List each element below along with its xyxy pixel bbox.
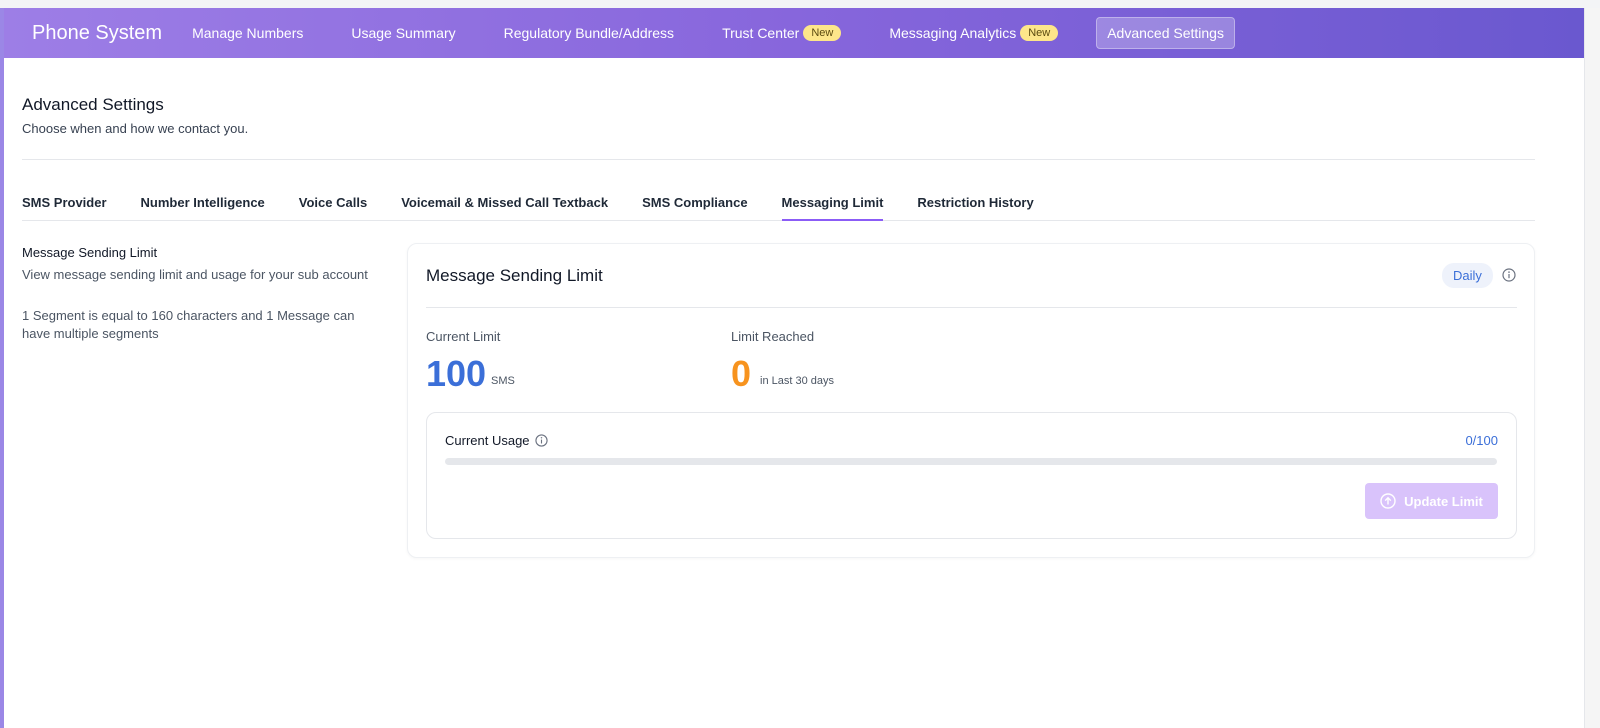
current-usage-label-group: Current Usage xyxy=(445,433,548,448)
current-usage-label: Current Usage xyxy=(445,433,530,448)
limit-reached-unit: in Last 30 days xyxy=(760,375,834,387)
nav-messaging-analytics[interactable]: Messaging Analytics New xyxy=(879,18,1068,48)
nav-label: Manage Numbers xyxy=(192,25,304,41)
usage-progress-bar xyxy=(445,458,1497,465)
tab-voice-calls[interactable]: Voice Calls xyxy=(299,186,367,221)
section-description: View message sending limit and usage for… xyxy=(22,267,368,282)
nav-label: Messaging Analytics xyxy=(889,25,1017,41)
new-badge: New xyxy=(1020,25,1059,41)
tab-voicemail-textback[interactable]: Voicemail & Missed Call Textback xyxy=(401,186,608,221)
current-usage-box: Current Usage 0/100 Update Limit xyxy=(426,412,1517,539)
browser-top-strip xyxy=(0,0,1600,8)
message-limit-card: Message Sending Limit Daily Current Limi… xyxy=(407,243,1535,558)
segment-note: 1 Segment is equal to 160 characters and… xyxy=(22,308,355,341)
nav-label: Advanced Settings xyxy=(1107,25,1224,41)
page-title: Advanced Settings xyxy=(22,95,164,114)
nav-usage-summary[interactable]: Usage Summary xyxy=(341,18,465,48)
arrow-up-circle-icon xyxy=(1380,493,1396,509)
limit-reached-label: Limit Reached xyxy=(731,329,815,344)
nav-label: Trust Center xyxy=(722,25,800,41)
card-divider xyxy=(426,307,1517,308)
scrollbar[interactable] xyxy=(1584,8,1600,728)
period-pill: Daily xyxy=(1442,263,1493,288)
settings-tabs: SMS Provider Number Intelligence Voice C… xyxy=(22,186,1535,221)
usage-count: 0/100 xyxy=(1465,433,1498,448)
card-title: Message Sending Limit xyxy=(426,266,603,285)
nav-label: Usage Summary xyxy=(351,25,456,41)
update-limit-button[interactable]: Update Limit xyxy=(1365,483,1498,519)
top-navigation-bar: Phone System Manage Numbers Usage Summar… xyxy=(4,8,1584,58)
current-limit-label: Current Limit xyxy=(426,329,501,344)
section-title: Message Sending Limit xyxy=(22,245,158,260)
limit-reached-value: 0 xyxy=(731,353,752,394)
tab-sms-compliance[interactable]: SMS Compliance xyxy=(642,186,747,221)
tab-sms-provider[interactable]: SMS Provider xyxy=(22,186,107,221)
new-badge: New xyxy=(803,25,842,41)
nav-manage-numbers[interactable]: Manage Numbers xyxy=(182,18,313,48)
brand-title: Phone System xyxy=(32,21,163,44)
current-limit-value: 100 xyxy=(426,353,487,394)
current-limit-unit: SMS xyxy=(491,375,515,387)
nav-label: Regulatory Bundle/Address xyxy=(503,25,675,41)
info-icon[interactable] xyxy=(534,434,548,447)
nav-trust-center[interactable]: Trust Center New xyxy=(712,18,851,48)
nav-advanced-settings[interactable]: Advanced Settings xyxy=(1096,17,1235,49)
nav-regulatory-bundle[interactable]: Regulatory Bundle/Address xyxy=(494,18,684,48)
tab-number-intelligence[interactable]: Number Intelligence xyxy=(141,186,265,221)
update-limit-label: Update Limit xyxy=(1404,493,1483,509)
info-icon[interactable] xyxy=(1502,268,1516,287)
page-subtitle: Choose when and how we contact you. xyxy=(22,121,249,136)
tab-restriction-history[interactable]: Restriction History xyxy=(917,186,1033,221)
left-edge-bar xyxy=(0,8,4,728)
divider xyxy=(22,159,1535,160)
tab-messaging-limit[interactable]: Messaging Limit xyxy=(781,186,884,221)
